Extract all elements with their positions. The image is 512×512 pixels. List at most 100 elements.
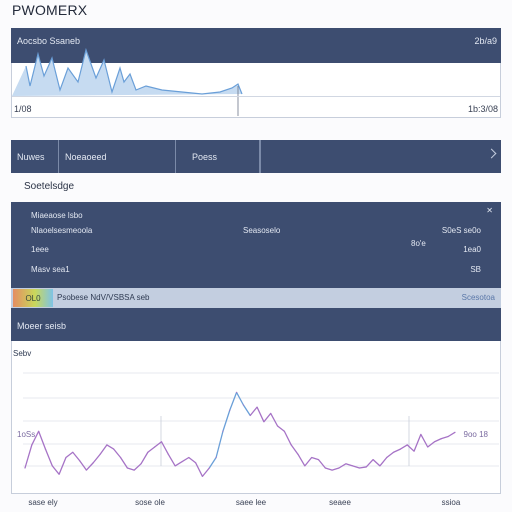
series-line-segment	[140, 451, 149, 465]
series-line-segment	[85, 462, 94, 471]
data-point	[147, 451, 149, 453]
status-badge: OL0	[13, 289, 53, 307]
tab-nuwes[interactable]: Nuwes	[11, 140, 59, 173]
data-point	[352, 465, 354, 467]
data-point	[283, 430, 285, 432]
series-line-segment	[181, 456, 190, 463]
data-point	[44, 448, 47, 450]
data-point	[160, 441, 163, 443]
series-line-segment	[317, 459, 326, 469]
series-line-segment	[283, 430, 292, 446]
series-line-segment	[447, 431, 456, 438]
series-line-segment	[106, 444, 115, 450]
series-line-segment	[290, 444, 299, 455]
overview-footer-right: 1b:3/08	[467, 104, 498, 114]
series-line-segment	[120, 457, 128, 469]
overview-divider	[12, 96, 500, 97]
overview-header-right: 2b/a9	[474, 36, 497, 46]
data-point	[119, 456, 122, 459]
data-point	[222, 430, 224, 432]
series-line-segment	[420, 434, 429, 448]
data-point	[113, 448, 115, 450]
series-line-segment	[263, 412, 272, 423]
data-point	[372, 459, 374, 461]
details-row3-left: 1eee	[31, 245, 49, 254]
data-point	[365, 466, 367, 468]
close-icon[interactable]: ✕	[486, 206, 493, 215]
series-line-segment	[167, 454, 176, 467]
overview-header-left: Aocsbo Ssaneb	[17, 36, 81, 46]
chart-header: Moeer seisb	[11, 308, 501, 341]
details-row1: Miaeaose lsbo	[31, 211, 83, 220]
data-point	[215, 456, 217, 459]
data-point	[174, 465, 176, 467]
series-line-segment	[297, 454, 306, 467]
overview-sparkline	[12, 47, 243, 116]
series-line-segment	[24, 444, 33, 469]
data-point	[324, 467, 326, 469]
data-point	[297, 453, 299, 455]
data-point	[140, 463, 142, 465]
chart-header-title: Moeer seisb	[17, 321, 67, 331]
data-point	[242, 404, 245, 406]
data-point	[440, 438, 442, 440]
series-line-segment	[72, 451, 81, 462]
data-point	[229, 409, 231, 411]
data-point	[106, 444, 108, 446]
data-point	[420, 433, 422, 435]
series-line-segment	[441, 435, 449, 440]
details-row4-left: Masv sea1	[31, 265, 70, 274]
series-line-segment	[44, 448, 53, 467]
data-point	[433, 441, 436, 443]
data-point	[167, 453, 169, 455]
series-line-segment	[92, 453, 101, 464]
data-point	[79, 460, 81, 462]
data-point	[427, 446, 429, 448]
data-point	[99, 453, 101, 455]
series-line-segment	[434, 438, 442, 443]
series-line-segment	[79, 460, 87, 471]
details-row2-right: S0eS se0o	[441, 226, 481, 235]
data-point	[195, 462, 197, 464]
data-point	[276, 425, 279, 427]
data-point	[181, 461, 183, 463]
data-point	[358, 467, 361, 469]
data-point	[249, 414, 251, 417]
series-line-segment	[195, 462, 204, 477]
x-tick-label: seaee	[329, 498, 351, 507]
series-line-segment	[393, 448, 401, 453]
data-point	[38, 430, 40, 432]
series-line-segment	[188, 456, 197, 464]
series-line-segment	[201, 467, 210, 477]
data-point	[338, 467, 340, 469]
series-line-segment	[256, 406, 265, 423]
data-point	[31, 444, 33, 446]
status-link[interactable]: Scesotoa	[462, 293, 495, 302]
x-tick-label: ssioa	[442, 498, 461, 507]
data-point	[399, 448, 401, 450]
line-chart: 1oSs 9oo 18 sase ely sose ole saee lee seaee s…	[17, 372, 499, 507]
app-title: PWOMERX	[12, 2, 88, 18]
series-line-segment	[113, 448, 122, 458]
series-line-segment	[65, 451, 74, 459]
data-point	[235, 391, 238, 393]
series-line-segment	[277, 425, 285, 432]
details-row4-right: SB	[470, 265, 481, 274]
x-tick-label: sase ely	[28, 498, 57, 507]
series-line-segment	[345, 463, 353, 467]
data-point	[263, 421, 265, 423]
data-point	[188, 456, 190, 459]
tab-noeaoeed[interactable]: Noeaoeed	[59, 140, 176, 173]
series-line-segment	[38, 431, 47, 450]
chevron-right-icon[interactable]	[486, 148, 497, 159]
series-line-segment	[372, 459, 381, 467]
data-point	[406, 444, 408, 446]
series-line-segment	[127, 467, 135, 471]
details-panel: ✕ Miaeaose lsbo Nlaoelsesmeoola Seasosel…	[11, 202, 501, 288]
tab-empty-area[interactable]	[260, 140, 501, 173]
data-point	[311, 456, 313, 459]
data-point	[304, 465, 306, 467]
series-line-segment	[311, 456, 319, 461]
tab-poess[interactable]: Poess	[176, 140, 260, 173]
data-point	[270, 412, 272, 414]
